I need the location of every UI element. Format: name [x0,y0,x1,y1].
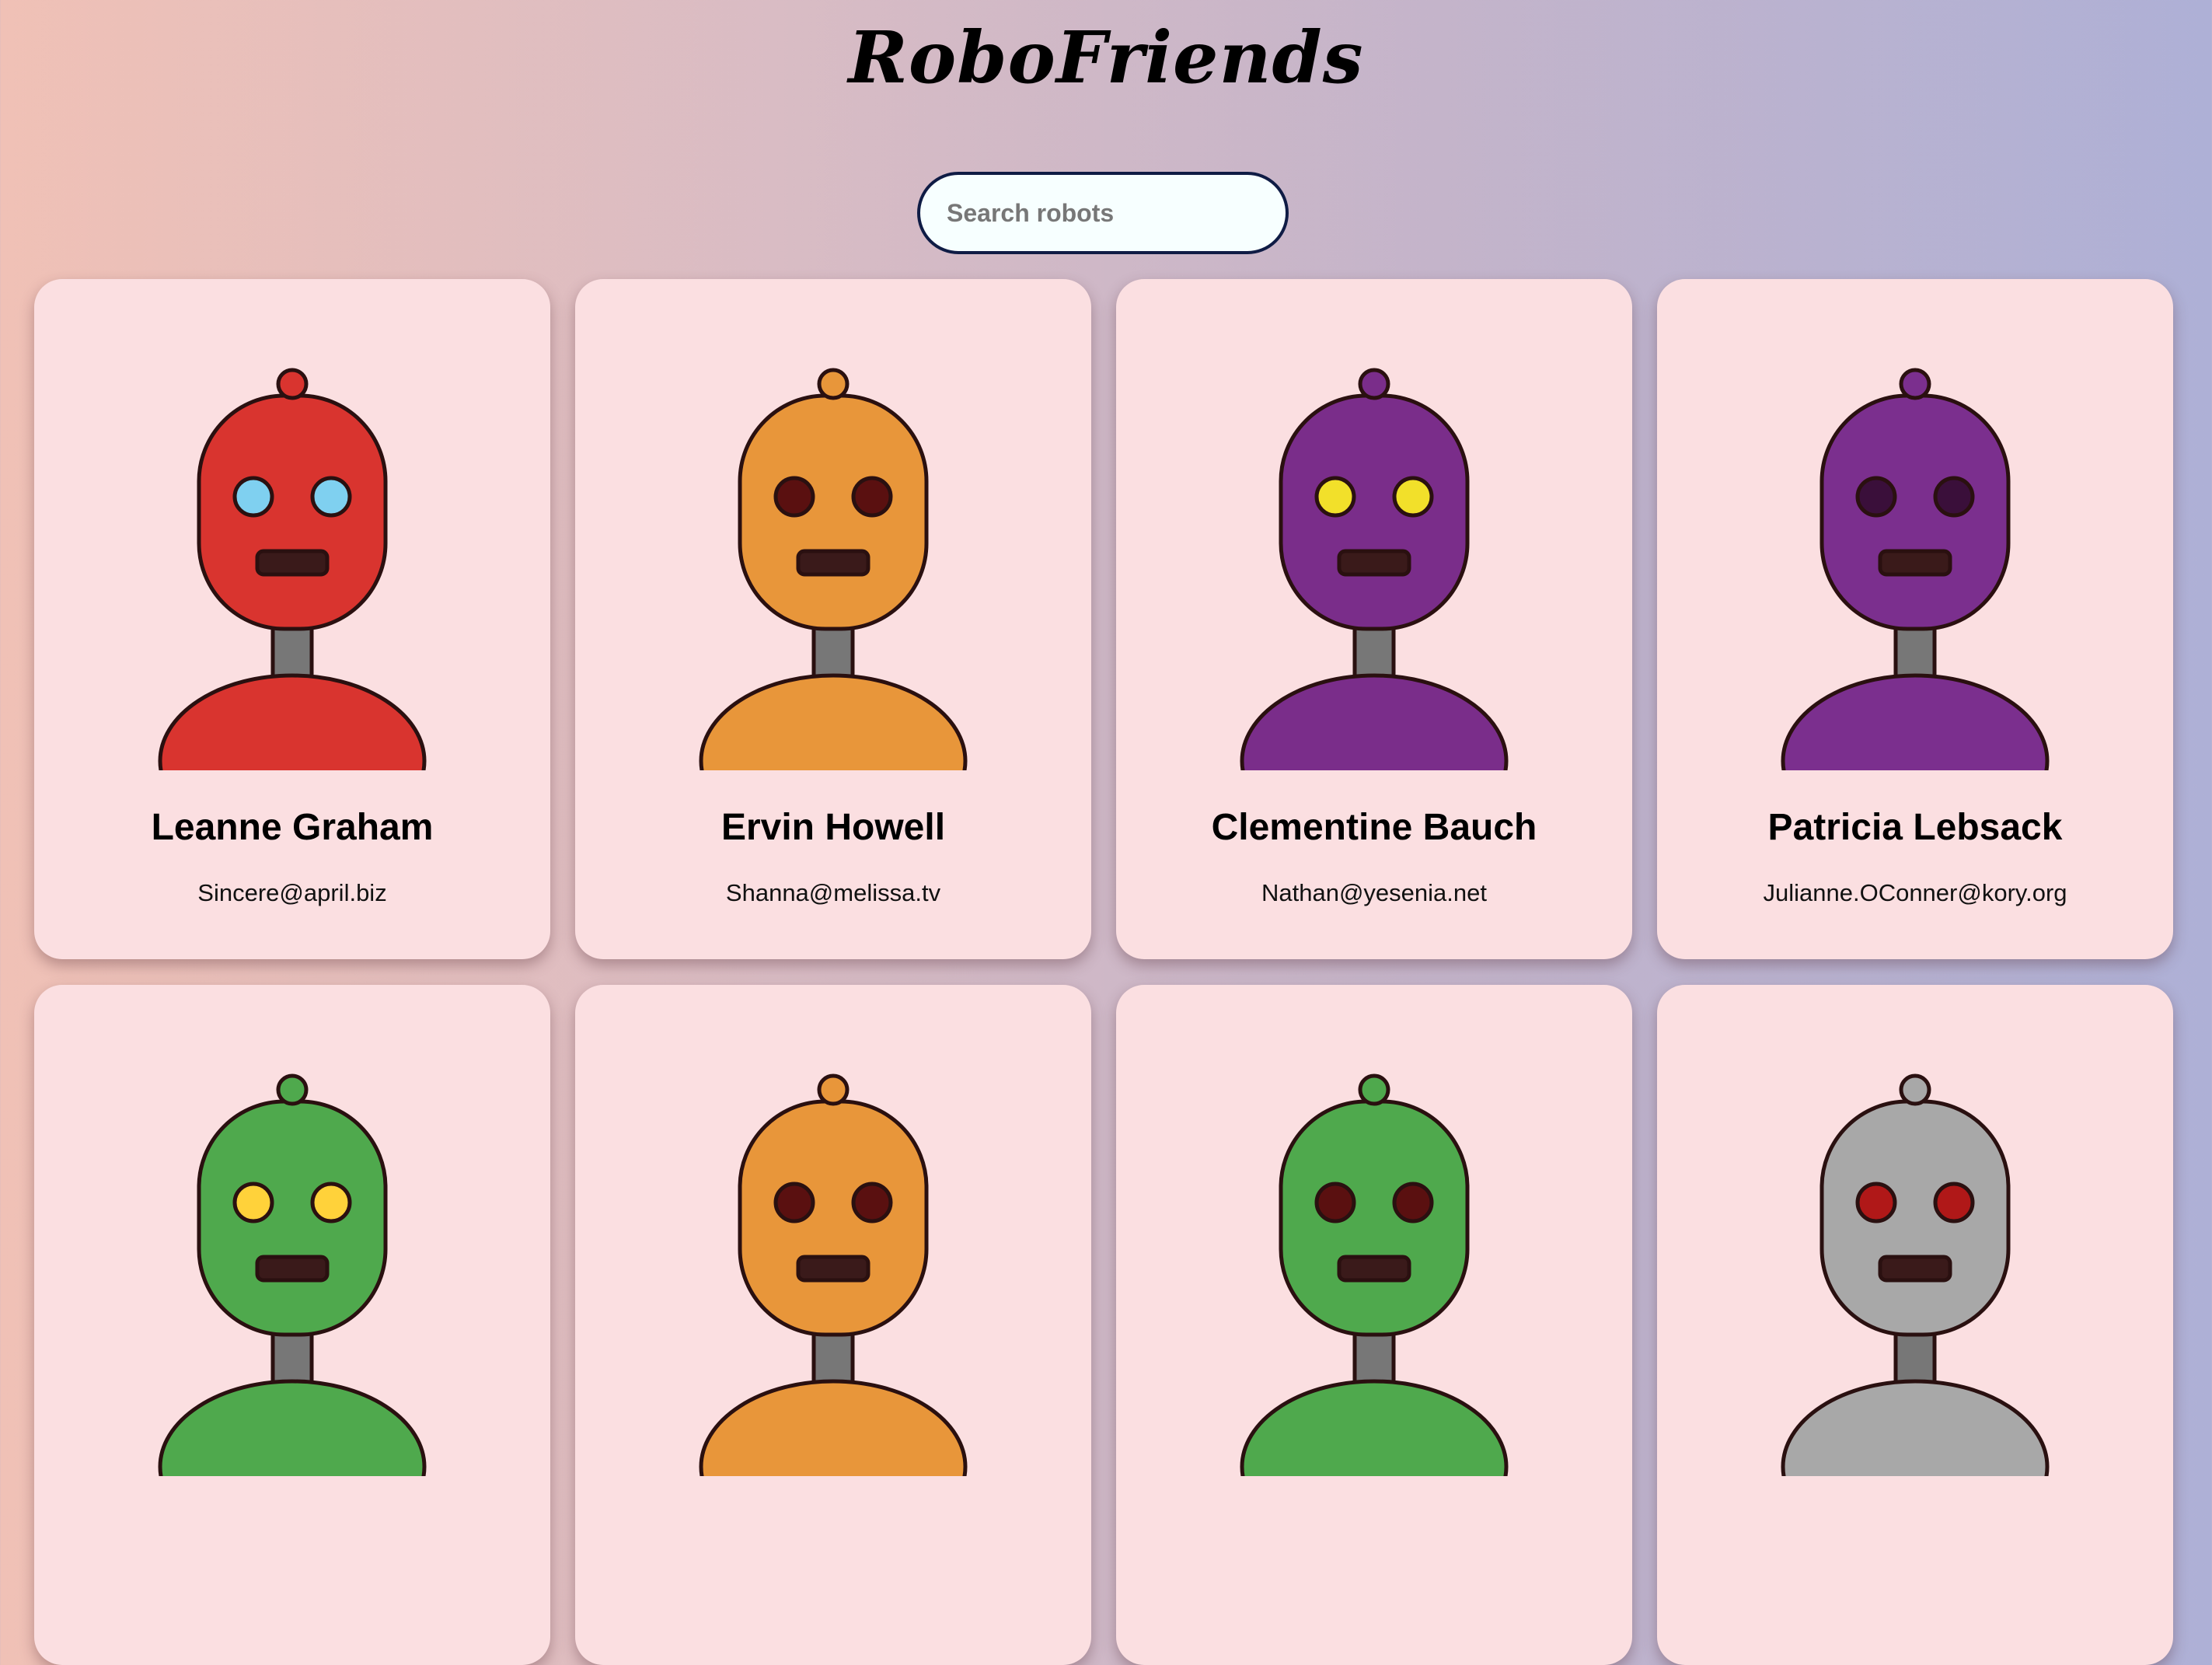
robot-head [197,1099,388,1337]
robot-eye [310,1182,352,1223]
robot-eye [851,476,893,518]
robot-card[interactable] [34,985,550,1665]
robot-body [1781,1379,2050,1476]
robot-avatar-image [1781,1073,2050,1476]
robot-eye [1392,1182,1434,1223]
robot-card-grid: Leanne Graham Sincere@april.biz Ervin Howe… [34,279,2173,1665]
search-input[interactable] [917,172,1289,254]
robot-mouth [1337,549,1411,577]
robot-avatar-image [699,368,968,770]
robot-card[interactable]: Ervin Howell Shanna@melissa.tv [575,279,1091,959]
robot-antenna [817,1073,850,1106]
robot-name: Leanne Graham [151,807,434,848]
robot-body [1240,673,1509,770]
robot-mouth [796,549,870,577]
robot-card[interactable] [1657,985,2173,1665]
robot-email: Julianne.OConner@kory.org [1763,879,2067,906]
robot-head [1279,393,1470,631]
robot-antenna [1899,1073,1931,1106]
robot-name: Patricia Lebsack [1767,807,2063,848]
robot-email: Sincere@april.biz [197,879,387,906]
robot-body [1781,673,2050,770]
robot-body [1240,1379,1509,1476]
robot-eye [1933,1182,1975,1223]
robot-eye [1314,1182,1356,1223]
robot-head [197,393,388,631]
robot-eye [232,476,274,518]
robot-eye [310,476,352,518]
robot-email: Shanna@melissa.tv [725,879,941,906]
robot-body [699,673,968,770]
robot-head [1279,1099,1470,1337]
robot-eye [1855,1182,1897,1223]
robot-card[interactable]: Clementine Bauch Nathan@yesenia.net [1116,279,1632,959]
robot-eye [851,1182,893,1223]
robot-body [158,1379,427,1476]
robot-card[interactable] [575,985,1091,1665]
robot-antenna [817,368,850,400]
robot-email: Nathan@yesenia.net [1261,879,1487,906]
robot-name: Clementine Bauch [1211,807,1537,848]
robot-mouth [255,1255,330,1283]
robot-eye [1314,476,1356,518]
robot-antenna [1358,368,1390,400]
robot-antenna [276,1073,309,1106]
robot-avatar-image [1240,368,1509,770]
robot-mouth [796,1255,870,1283]
robot-eye [1855,476,1897,518]
robot-antenna [276,368,309,400]
page-title: RoboFriends [848,16,1364,99]
robot-head [1819,1099,2011,1337]
robot-mouth [255,549,330,577]
robot-avatar-image [1781,368,2050,770]
robot-eye [1392,476,1434,518]
robot-avatar-image [158,368,427,770]
robot-body [699,1379,968,1476]
robot-antenna [1358,1073,1390,1106]
robot-avatar-image [158,1073,427,1476]
robot-mouth [1337,1255,1411,1283]
robot-card[interactable]: Leanne Graham Sincere@april.biz [34,279,550,959]
robot-eye [773,1182,815,1223]
robot-head [738,1099,929,1337]
robot-head [738,393,929,631]
robot-eye [1933,476,1975,518]
robot-name: Ervin Howell [720,807,946,848]
robot-card[interactable] [1116,985,1632,1665]
robot-avatar-image [699,1073,968,1476]
robot-avatar-image [1240,1073,1509,1476]
robot-mouth [1878,1255,1952,1283]
robot-mouth [1878,549,1952,577]
robot-head [1819,393,2011,631]
robot-antenna [1899,368,1931,400]
robot-card[interactable]: Patricia Lebsack Julianne.OConner@kory.or… [1657,279,2173,959]
robot-eye [773,476,815,518]
robot-eye [232,1182,274,1223]
robot-body [158,673,427,770]
